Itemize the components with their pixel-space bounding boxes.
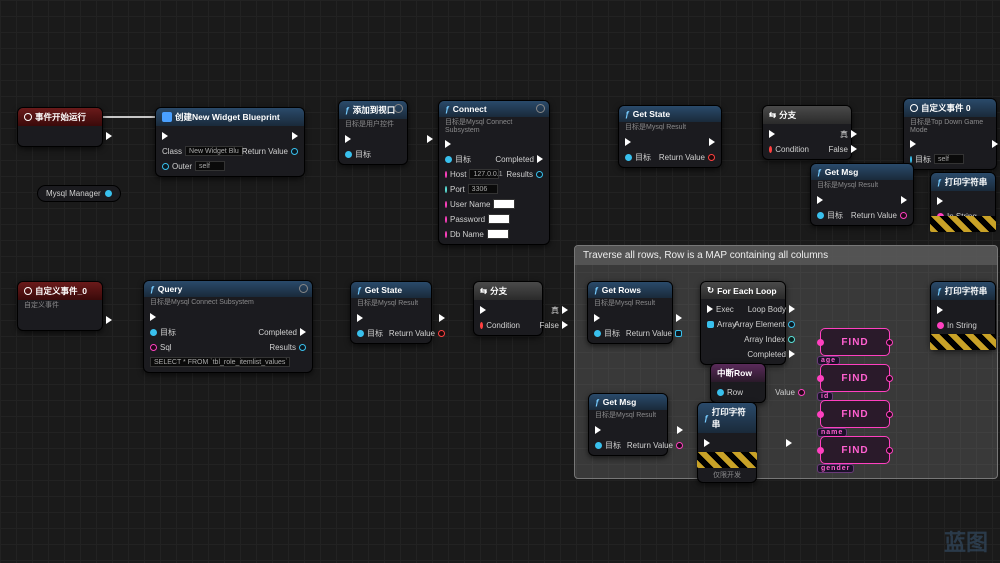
branch-node-1[interactable]: ⇆分支 Condition 真False [762,105,852,160]
node-title: 中断Row [717,367,752,379]
branch-icon: ⇆ [480,286,487,297]
fn-icon: ƒ [595,397,600,407]
query-node[interactable]: ƒQuery 目标是Mysql Connect Subsystem 目标 Sql… [143,280,313,373]
find-node-gender[interactable]: FINDgender [820,436,890,464]
node-title: Get Rows [602,285,641,295]
dev-only-stripe [930,216,996,232]
node-title: 打印字符串 [945,176,988,188]
node-title: Get State [633,109,670,119]
fn-icon: ƒ [817,167,822,177]
node-title: 自定义事件 0 [921,102,971,114]
node-title: Query [158,284,183,294]
for-each-loop-node[interactable]: ↻For Each Loop ExecArray Loop Body Array… [700,281,786,365]
get-msg-node-2[interactable]: ƒGet Msg 目标是Mysql Result 目标Return Value [588,393,668,456]
node-title: 添加到视口 [353,104,396,116]
mysql-manager-variable[interactable]: Mysql Manager [37,185,121,202]
get-msg-node-1[interactable]: ƒGet Msg 目标是Mysql Result 目标Return Value [810,163,914,226]
fn-icon: ƒ [594,285,599,295]
node-title: Connect [453,104,487,114]
break-row-node[interactable]: 中断Row RowValue [710,363,766,403]
fn-icon: ƒ [937,177,942,187]
node-title: 打印字符串 [712,406,750,430]
find-node-id[interactable]: FINDid [820,364,890,392]
find-node-age[interactable]: FINDage [820,328,890,356]
branch-node-2[interactable]: ⇆分支 Condition真False [473,281,543,336]
get-rows-node[interactable]: ƒGet Rows 目标是Mysql Result 目标Return Value [587,281,673,344]
node-title: 事件开始运行 [35,111,86,123]
node-title: 创建New Widget Blueprint [175,111,280,123]
get-state-node-1[interactable]: ƒGet State 目标是Mysql Result 目标 Return Val… [618,105,722,168]
node-title: Get Msg [825,167,859,177]
custom-event-node[interactable]: 自定义事件_0 自定义事件 [17,281,103,331]
node-title: 自定义事件_0 [35,285,87,297]
fn-icon: ƒ [445,104,450,114]
watermark: 蓝图 [944,525,988,557]
class-dropdown[interactable]: New Widget Blu [185,146,243,156]
fn-icon: ƒ [937,286,942,296]
event-begin-play-node[interactable]: 事件开始运行 [17,107,103,147]
find-node-name[interactable]: FINDname [820,400,890,428]
dev-only-stripe [930,334,996,350]
link-icon [394,104,403,113]
fn-icon: ƒ [357,285,362,295]
loop-icon: ↻ [707,285,714,296]
node-title: 分支 [779,109,796,121]
port-input[interactable]: 3306 [468,184,498,194]
custom-event-call-node[interactable]: 自定义事件 0 目标是Top Down Game Mode 目标self [903,98,997,170]
event-icon [910,104,918,112]
node-title: 打印字符串 [945,285,988,297]
link-icon [299,284,308,293]
comment-title[interactable]: Traverse all rows, Row is a MAP containi… [575,246,997,265]
node-title: 分支 [490,285,507,297]
fn-icon: ƒ [150,284,155,294]
node-title: Get Msg [603,397,637,407]
branch-icon: ⇆ [769,110,776,121]
add-to-viewport-node[interactable]: ƒ添加到视口 目标是用户控件 目标 [338,100,408,165]
link-icon [536,104,545,113]
create-widget-node[interactable]: 创建New Widget Blueprint ClassNew Widget B… [155,107,305,177]
fn-icon: ƒ [625,109,630,119]
fn-icon: ƒ [345,105,350,115]
get-state-node-2[interactable]: ƒGet State 目标是Mysql Result 目标Return Valu… [350,281,432,344]
print-string-node-2[interactable]: ƒ打印字符串 In String 仅限开发 [697,402,757,483]
dev-only-stripe [697,452,757,468]
widget-icon [162,112,172,122]
event-icon [24,287,32,295]
node-title: For Each Loop [717,286,777,296]
connect-node[interactable]: ƒConnect 目标是Mysql Connect Subsystem 目标 H… [438,100,550,245]
node-title: Get State [365,285,402,295]
fn-icon: ƒ [704,413,709,423]
host-input[interactable]: 127.0.0.1 [469,169,499,179]
